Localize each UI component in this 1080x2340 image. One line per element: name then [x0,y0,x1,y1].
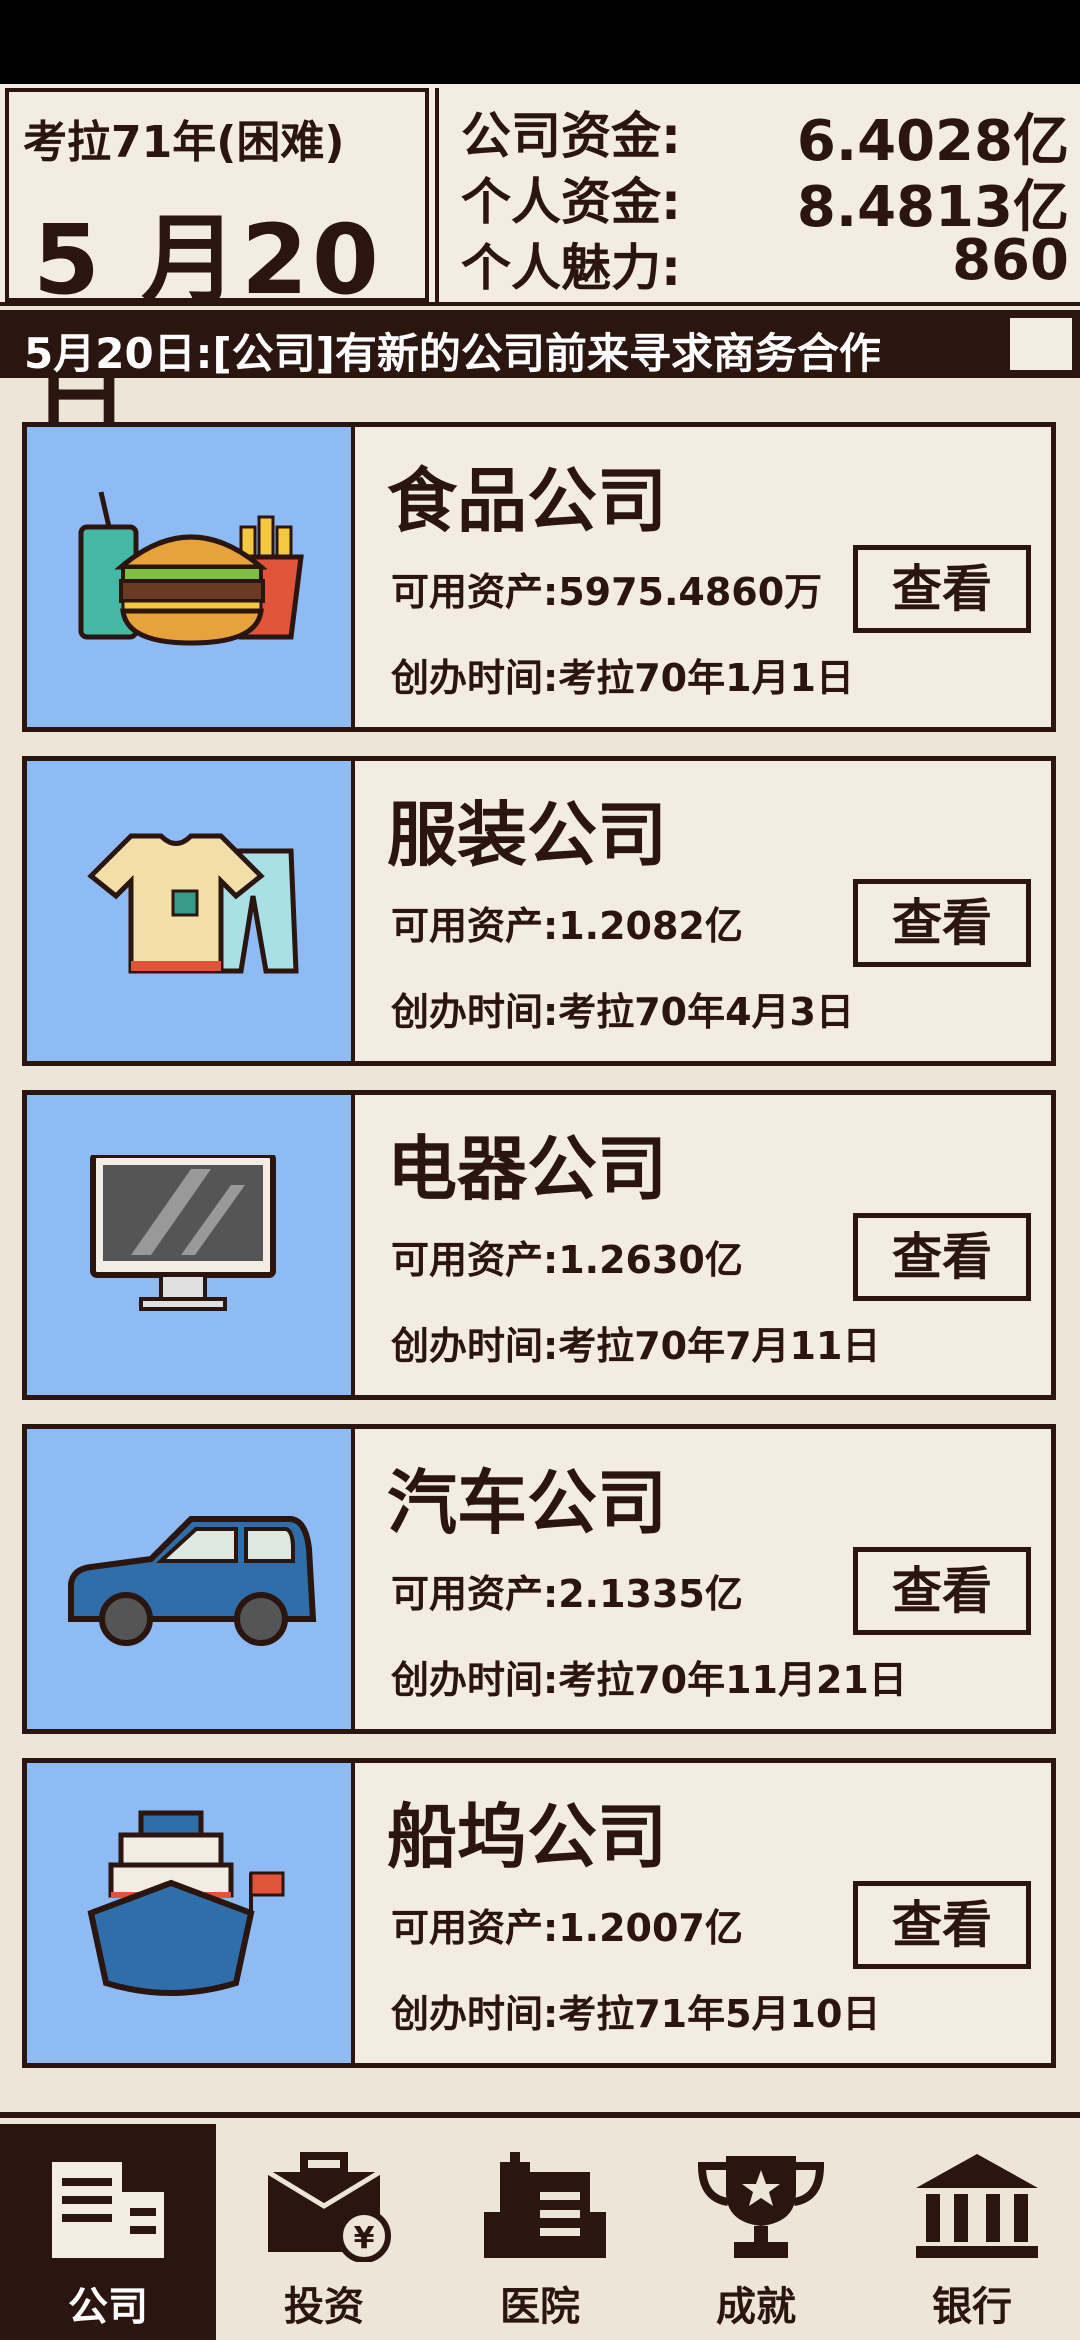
company-founded: 创办时间:考拉70年11月21日 [391,1658,907,1702]
company-card-electronics: 电器公司 可用资产:1.2630亿 创办时间:考拉70年7月11日 查看 [22,1090,1056,1400]
bottom-nav: 公司 ¥ 投资 医院 成就 银行 [0,2112,1080,2340]
nav-label: 银行 [932,2284,1012,2330]
company-icon-panel [27,1429,355,1729]
view-button[interactable]: 查看 [853,545,1031,633]
view-button[interactable]: 查看 [853,1881,1031,1969]
stats-panel: 公司资金: 6.4028亿 个人资金: 8.4813亿 个人魅力: 860 [435,88,1075,302]
company-assets: 可用资产:5975.4860万 [391,570,823,614]
personal-charm: 个人魅力: 860 [461,228,1069,297]
stat-value: 860 [952,228,1069,293]
company-assets: 可用资产:2.1335亿 [391,1572,743,1616]
nav-tab-achievements[interactable]: 成就 [648,2124,864,2340]
news-ticker-end [1010,318,1072,370]
company-funds: 公司资金: 6.4028亿 [461,96,1069,174]
company-card-car: 汽车公司 可用资产:2.1335亿 创办时间:考拉70年11月21日 查看 [22,1424,1056,1734]
year-label: 考拉71年(困难) [23,117,345,168]
car-icon [68,1516,317,1646]
company-name: 电器公司 [387,1128,667,1210]
ship-icon [87,1810,285,1996]
company-assets: 可用资产:1.2082亿 [391,904,743,948]
stat-label: 公司资金: [461,107,681,165]
building-icon [52,2162,164,2258]
nav-tab-company[interactable]: 公司 [0,2124,216,2340]
company-card-shipyard: 船坞公司 可用资产:1.2007亿 创办时间:考拉71年5月10日 查看 [22,1758,1056,2068]
company-icon-panel [27,427,355,727]
view-button[interactable]: 查看 [853,1547,1031,1635]
company-founded: 创办时间:考拉70年7月11日 [391,1324,881,1368]
trophy-icon [697,2156,825,2258]
clothing-icon [87,833,299,974]
food-icon [78,491,304,646]
personal-funds: 个人资金: 8.4813亿 [461,162,1069,240]
view-button[interactable]: 查看 [853,1213,1031,1301]
company-icon-panel [27,1095,355,1395]
svg-text:¥: ¥ [354,2221,375,2256]
nav-tab-hospital[interactable]: 医院 [432,2124,648,2340]
company-founded: 创办时间:考拉70年4月3日 [391,990,854,1034]
briefcase-icon: ¥ [266,2152,391,2262]
game-header: 考拉71年(困难) 5 月20 日 公司资金: 6.4028亿 个人资金: 8.… [0,84,1080,455]
company-name: 食品公司 [387,460,667,542]
company-name: 船坞公司 [387,1796,667,1878]
company-card-food: 食品公司 可用资产:5975.4860万 创办时间:考拉70年1月1日 查看 [22,422,1056,732]
status-bar [0,0,1080,84]
company-assets: 可用资产:1.2630亿 [391,1238,743,1282]
nav-label: 医院 [500,2284,580,2330]
company-name: 汽车公司 [387,1462,667,1544]
company-assets: 可用资产:1.2007亿 [391,1906,743,1950]
company-icon-panel [27,761,355,1061]
company-card-clothing: 服装公司 可用资产:1.2082亿 创办时间:考拉70年4月3日 查看 [22,756,1056,1066]
company-icon-panel [27,1763,355,2063]
monitor-icon [90,1155,276,1311]
company-founded: 创办时间:考拉71年5月10日 [391,1992,881,2036]
nav-label: 公司 [68,2284,148,2330]
news-text: 5月20日:[公司]有新的公司前来寻求商务合作 [24,329,881,378]
hospital-icon [484,2152,606,2258]
company-founded: 创办时间:考拉70年1月1日 [391,656,854,700]
view-button[interactable]: 查看 [853,879,1031,967]
nav-label: 投资 [284,2284,364,2330]
nav-tab-invest[interactable]: ¥ 投资 [216,2124,432,2340]
stat-label: 个人资金: [461,173,681,231]
stat-label: 个人魅力: [461,239,681,297]
nav-label: 成就 [716,2284,796,2330]
news-ticker: 5月20日:[公司]有新的公司前来寻求商务合作 [0,310,1080,378]
company-name: 服装公司 [387,794,667,876]
date-panel: 考拉71年(困难) 5 月20 日 [5,88,429,455]
nav-tab-bank[interactable]: 银行 [864,2124,1080,2340]
bank-icon [916,2154,1038,2258]
